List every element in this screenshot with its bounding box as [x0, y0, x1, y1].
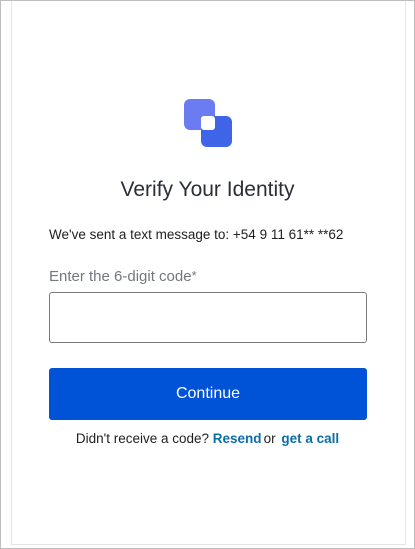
resend-link[interactable]: Resend — [213, 431, 262, 446]
required-mark: * — [191, 268, 197, 283]
resend-prompt: Didn't receive a code? — [75, 431, 210, 446]
page-title: Verify Your Identity — [120, 178, 295, 201]
or-text: or — [263, 431, 276, 446]
code-field-label-text: Enter the 6-digit code — [49, 268, 192, 285]
get-a-call-link[interactable]: get a call — [281, 431, 339, 446]
code-field-label: Enter the 6-digit code* — [49, 268, 197, 285]
continue-button[interactable]: Continue — [49, 368, 367, 420]
resend-row: Didn't receive a code? Resend or get a ca… — [0, 431, 415, 446]
code-input[interactable] — [49, 292, 367, 343]
app-logo-icon — [184, 99, 232, 147]
sent-message: We've sent a text message to: +54 9 11 6… — [49, 227, 344, 242]
